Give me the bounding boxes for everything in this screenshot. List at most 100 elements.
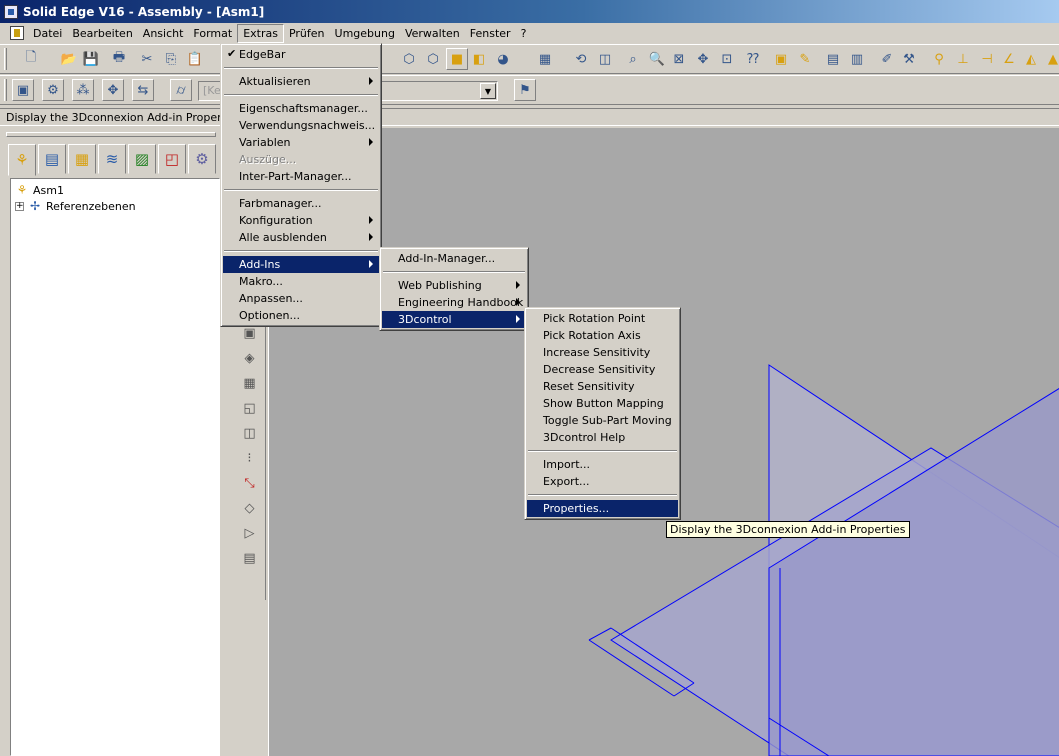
edit-icon[interactable]: ✐ [876,48,898,70]
copy-icon[interactable]: ⎘ [160,48,182,70]
assembly-pathfinder-tab-icon[interactable]: ⚘ [8,144,36,176]
menu-item-pick-rotation-axis[interactable]: Pick Rotation Axis [527,327,678,344]
assembly-tree[interactable]: ⚘ Asm1 + ✢ Referenzebenen [10,178,220,756]
expand-icon[interactable]: + [15,201,24,211]
menu-extras[interactable]: Extras [237,23,284,43]
menu-umgebung[interactable]: Umgebung [330,25,400,42]
cylinder-icon[interactable]: ⌭ [170,79,192,101]
edgebar-grip[interactable] [6,132,216,137]
mirror-icon[interactable]: ◫ [239,422,261,444]
menu-item-import[interactable]: Import... [527,456,678,473]
settings-tab-icon[interactable]: ⚙ [188,144,216,174]
tree-root-label[interactable]: Asm1 [33,184,64,197]
tree-row[interactable]: ⚘ Asm1 [15,182,215,198]
menu-item-increase-sensitivity[interactable]: Increase Sensitivity [527,344,678,361]
menu-item-makro[interactable]: Makro... [223,273,379,290]
menu-pruefen[interactable]: Prüfen [284,25,330,42]
menu-ansicht[interactable]: Ansicht [138,25,189,42]
view-cube-icon[interactable]: ◫ [594,48,616,70]
open-icon[interactable]: 📂 [58,48,80,70]
fit-icon[interactable]: ⊠ [668,48,690,70]
properties-icon[interactable]: ▤ [822,48,844,70]
parts-library-tab-icon[interactable]: ▦ [68,144,96,174]
menu-item-konfiguration[interactable]: Konfiguration [223,212,379,229]
whats-this-icon[interactable]: ⁇ [742,48,764,70]
menu-item-edgebar[interactable]: ✔ EdgeBar [223,46,379,63]
relationship-icon[interactable]: ⚙ [42,79,64,101]
save-icon[interactable]: 💾 [80,48,102,70]
menu-help[interactable]: ? [516,25,532,42]
menu-item-web-publishing[interactable]: Web Publishing [382,277,526,294]
menu-item-verwendungsnachweis[interactable]: Verwendungsnachweis... [223,117,379,134]
zoom-area-icon[interactable]: ⌕ [622,48,644,70]
menu-item-optionen[interactable]: Optionen... [223,307,379,324]
shaded-view-icon[interactable]: ■ [446,48,468,70]
measure-icon[interactable]: ⚒ [898,48,920,70]
menu-item-show-button-mapping[interactable]: Show Button Mapping [527,395,678,412]
menu-item-anpassen[interactable]: Anpassen... [223,290,379,307]
plane-icon[interactable]: ◱ [239,397,261,419]
pattern-icon[interactable]: ⁝ [239,447,261,469]
replace-part-icon[interactable]: ⇆ [132,79,154,101]
globe-view-icon[interactable]: ◕ [492,48,514,70]
menu-item-add-ins[interactable]: Add-Ins [223,256,379,273]
tree-row[interactable]: + ✢ Referenzebenen [15,198,215,214]
menu-bearbeiten[interactable]: Bearbeiten [67,25,137,42]
part-icon[interactable]: ◈ [239,347,261,369]
menu-item-toggle-sub-part-moving[interactable]: Toggle Sub-Part Moving [527,412,678,429]
toolbar-grip[interactable] [4,79,7,101]
toolbar-grip[interactable] [4,48,7,70]
display-tab-icon[interactable]: ▨ [128,144,156,174]
chevron-down-icon[interactable]: ▼ [480,83,496,99]
view-top-icon[interactable]: ⬡ [422,48,444,70]
menu-item-aktualisieren[interactable]: Aktualisieren [223,73,379,90]
assembly-tool-icon[interactable]: ▣ [770,48,792,70]
menu-item-export[interactable]: Export... [527,473,678,490]
tree-child-label[interactable]: Referenzebenen [46,200,136,213]
drawing-icon[interactable]: ▤ [239,547,261,569]
menu-datei[interactable]: Datei [28,25,67,42]
assembly-icon[interactable]: ▦ [239,372,261,394]
pan-icon[interactable]: ✥ [692,48,714,70]
zoom-icon[interactable]: 🔍 [646,48,668,70]
sketch-view-icon[interactable]: ⊡ [716,48,738,70]
command-execute-icon[interactable]: ⚑ [514,79,536,101]
surface-icon[interactable]: ◇ [239,497,261,519]
menu-item-properties[interactable]: Properties... [527,500,678,517]
menu-item-engineering-handbook[interactable]: Engineering Handbook [382,294,526,311]
ruler-icon[interactable]: ⊥ [952,48,974,70]
menu-item-alle-ausblenden[interactable]: Alle ausblenden [223,229,379,246]
iso-view-icon[interactable]: ◧ [468,48,490,70]
triangle-icon[interactable]: ◭ [1020,48,1042,70]
menu-item-pick-rotation-point[interactable]: Pick Rotation Point [527,310,678,327]
solid-edge-app-icon[interactable] [4,4,18,19]
section-icon[interactable]: ▷ [239,522,261,544]
library-tab-icon[interactable]: ▤ [38,144,66,174]
menu-item-3dcontrol-help[interactable]: 3Dcontrol Help [527,429,678,446]
place-part-icon[interactable]: ▣ [12,79,34,101]
display-mode-icon[interactable]: ▦ [534,48,556,70]
menu-item-inter-part-manager[interactable]: Inter-Part-Manager... [223,168,379,185]
feature-tab-icon[interactable]: ◰ [158,144,186,174]
menu-item-reset-sensitivity[interactable]: Reset Sensitivity [527,378,678,395]
menu-item-variablen[interactable]: Variablen [223,134,379,151]
angle-icon[interactable]: ∠ [998,48,1020,70]
menu-item-eigenschaftsmanager[interactable]: Eigenschaftsmanager... [223,100,379,117]
menu-item-3dcontrol[interactable]: 3Dcontrol [382,311,526,328]
cut-icon[interactable]: ✂ [136,48,158,70]
paste-icon[interactable]: 📋 [184,48,206,70]
move-part-icon[interactable]: ✥ [102,79,124,101]
coordinate-system-icon[interactable]: ⤡ [239,472,261,494]
view-front-icon[interactable]: ⬡ [398,48,420,70]
menu-item-farbmanager[interactable]: Farbmanager... [223,195,379,212]
rotate-icon[interactable]: ⟲ [570,48,592,70]
document-icon[interactable] [10,26,24,40]
menu-format[interactable]: Format [188,25,237,42]
menu-item-decrease-sensitivity[interactable]: Decrease Sensitivity [527,361,678,378]
more-tools-icon[interactable]: ▲ [1042,48,1059,70]
menu-verwalten[interactable]: Verwalten [400,25,465,42]
pattern-icon[interactable]: ⁂ [72,79,94,101]
dimension-icon[interactable]: ⚲ [928,48,950,70]
pin-icon[interactable]: ✎ [794,48,816,70]
print-icon[interactable]: 🖶 [108,48,130,70]
